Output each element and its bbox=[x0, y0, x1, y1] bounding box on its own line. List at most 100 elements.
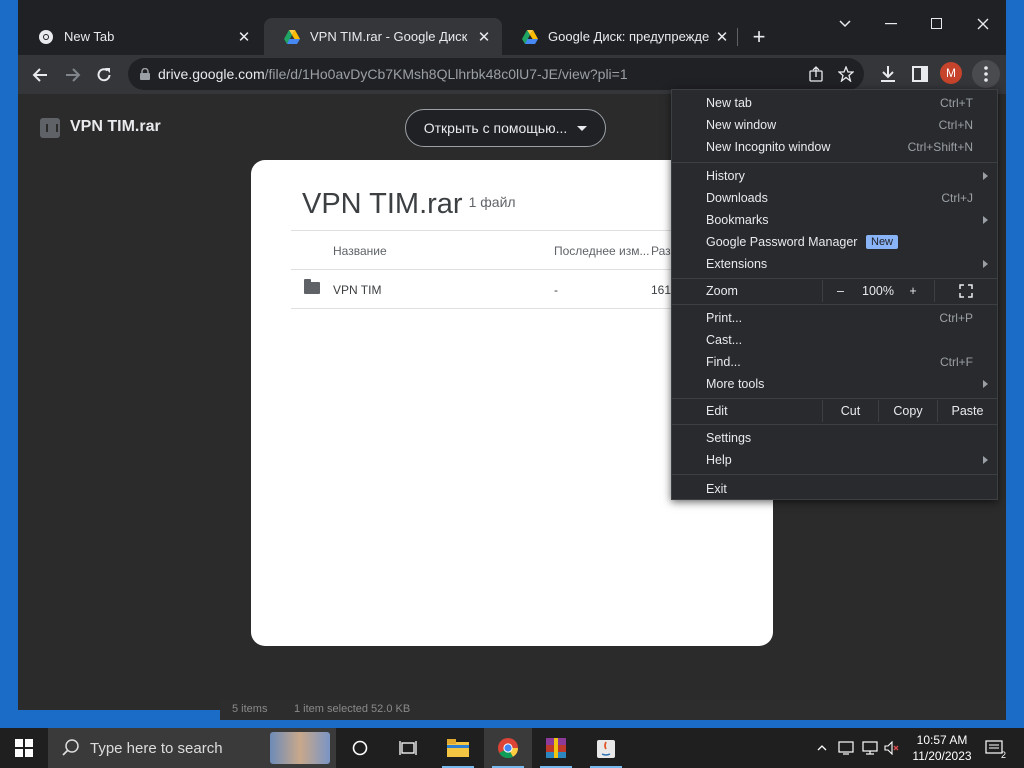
menu-item-extensions[interactable]: Extensions bbox=[672, 253, 997, 275]
chrome-menu: New tab Ctrl+T New window Ctrl+N New Incog… bbox=[671, 89, 998, 500]
url-domain: drive.google.com bbox=[158, 66, 265, 82]
zoom-in-button[interactable]: + bbox=[898, 280, 928, 302]
menu-item-help[interactable]: Help bbox=[672, 449, 997, 471]
task-view-icon bbox=[399, 741, 417, 755]
tray-overflow-button[interactable] bbox=[812, 728, 832, 768]
arrow-right-icon bbox=[66, 68, 81, 82]
cortana-button[interactable] bbox=[336, 728, 384, 768]
column-header-name[interactable]: Название bbox=[333, 244, 387, 258]
fullscreen-icon bbox=[958, 284, 973, 298]
menu-item-print[interactable]: Print... Ctrl+P bbox=[672, 307, 997, 329]
maximize-button[interactable] bbox=[914, 8, 960, 40]
new-badge: New bbox=[866, 235, 899, 249]
menu-item-new-tab[interactable]: New tab Ctrl+T bbox=[672, 92, 997, 114]
menu-label: New window bbox=[706, 118, 777, 132]
profile-avatar[interactable]: M bbox=[940, 62, 962, 84]
cortana-icon bbox=[352, 740, 368, 756]
close-window-button[interactable] bbox=[960, 8, 1006, 40]
forward-button[interactable] bbox=[58, 60, 88, 90]
chevron-down-icon bbox=[839, 20, 851, 28]
task-view-button[interactable] bbox=[384, 728, 432, 768]
cut-button[interactable]: Cut bbox=[822, 400, 878, 422]
submenu-arrow-icon bbox=[983, 172, 988, 180]
chrome-menu-button[interactable] bbox=[972, 60, 1000, 88]
column-header-size[interactable]: Раз bbox=[651, 244, 671, 258]
submenu-arrow-icon bbox=[983, 216, 988, 224]
zoom-out-button[interactable]: – bbox=[822, 280, 858, 302]
network-button[interactable] bbox=[860, 728, 880, 768]
url-text: drive.google.com/file/d/1Ho0avDyCb7KMsh8… bbox=[158, 66, 628, 82]
minimize-button[interactable] bbox=[868, 8, 914, 40]
volume-button[interactable] bbox=[882, 728, 902, 768]
search-highlight-image bbox=[270, 732, 330, 764]
side-panel-button[interactable] bbox=[910, 64, 930, 84]
menu-item-new-window[interactable]: New window Ctrl+N bbox=[672, 114, 997, 136]
fullscreen-button[interactable] bbox=[934, 280, 996, 302]
archive-name: VPN TIM.rar bbox=[302, 188, 463, 220]
close-tab-icon[interactable]: ✕ bbox=[710, 25, 734, 49]
menu-label: Print... bbox=[706, 311, 743, 325]
tab-strip: New Tab ✕ VPN TIM.rar - Google Диск ✕ Go… bbox=[18, 0, 1006, 55]
menu-label: Cast... bbox=[706, 333, 743, 347]
search-placeholder: Type here to search bbox=[90, 739, 223, 757]
folder-icon bbox=[447, 739, 469, 757]
new-tab-button[interactable]: + bbox=[746, 24, 772, 50]
chrome-taskbar-button[interactable] bbox=[484, 728, 532, 768]
chrome-icon bbox=[39, 29, 53, 44]
chevron-up-icon bbox=[817, 745, 827, 751]
tab-drive-warning[interactable]: Google Диск: предупреждение ✕ bbox=[502, 18, 740, 55]
menu-item-downloads[interactable]: Downloads Ctrl+J bbox=[672, 187, 997, 209]
tray-app-button[interactable] bbox=[836, 728, 856, 768]
tab-new-tab[interactable]: New Tab ✕ bbox=[18, 18, 262, 55]
file-explorer-button[interactable] bbox=[434, 728, 482, 768]
submenu-arrow-icon bbox=[983, 380, 988, 388]
menu-separator bbox=[672, 474, 997, 475]
menu-separator bbox=[672, 398, 997, 399]
winrar-button[interactable] bbox=[532, 728, 580, 768]
cut-label: Cut bbox=[840, 404, 861, 418]
menu-separator bbox=[672, 304, 997, 305]
tab-separator bbox=[737, 28, 738, 46]
start-button[interactable] bbox=[0, 728, 48, 768]
tab-title: VPN TIM.rar - Google Диск bbox=[310, 29, 468, 44]
menu-item-history[interactable]: History bbox=[672, 165, 997, 187]
java-app-button[interactable] bbox=[582, 728, 630, 768]
star-icon[interactable] bbox=[838, 66, 854, 82]
downloads-button[interactable] bbox=[878, 64, 898, 84]
reload-icon bbox=[97, 68, 111, 82]
menu-item-bookmarks[interactable]: Bookmarks bbox=[672, 209, 997, 231]
open-with-button[interactable]: Открыть с помощью... bbox=[405, 109, 606, 147]
menu-item-more-tools[interactable]: More tools bbox=[672, 373, 997, 395]
share-icon[interactable] bbox=[808, 66, 824, 82]
menu-label: Settings bbox=[706, 431, 752, 445]
tab-search-button[interactable] bbox=[822, 8, 868, 40]
taskbar-search-box[interactable]: Type here to search bbox=[48, 728, 336, 768]
folder-icon bbox=[304, 279, 320, 294]
windows-taskbar: Type here to search 10:57 AM 11/20/2023 … bbox=[0, 728, 1024, 768]
archive-file-icon bbox=[40, 118, 60, 138]
edit-label: Edit bbox=[706, 404, 728, 418]
close-tab-icon[interactable]: ✕ bbox=[472, 25, 496, 49]
column-header-modified[interactable]: Последнее изм... bbox=[554, 244, 649, 258]
menu-label: Extensions bbox=[706, 257, 768, 271]
menu-item-new-incognito[interactable]: New Incognito window Ctrl+Shift+N bbox=[672, 136, 997, 158]
menu-item-settings[interactable]: Settings bbox=[672, 427, 997, 449]
menu-item-password-manager[interactable]: Google Password Manager New bbox=[672, 231, 997, 253]
taskbar-clock[interactable]: 10:57 AM 11/20/2023 bbox=[904, 732, 980, 764]
reload-button[interactable] bbox=[89, 60, 119, 90]
action-center-button[interactable]: 2 bbox=[982, 728, 1006, 768]
paste-button[interactable]: Paste bbox=[937, 400, 997, 422]
menu-separator bbox=[672, 424, 997, 425]
copy-button[interactable]: Copy bbox=[878, 400, 937, 422]
menu-item-find[interactable]: Find... Ctrl+F bbox=[672, 351, 997, 373]
menu-item-exit[interactable]: Exit bbox=[672, 478, 997, 500]
close-tab-icon[interactable]: ✕ bbox=[232, 25, 256, 49]
address-bar[interactable]: drive.google.com/file/d/1Ho0avDyCb7KMsh8… bbox=[128, 58, 864, 90]
close-icon bbox=[977, 18, 989, 30]
menu-shortcut: Ctrl+T bbox=[940, 96, 973, 110]
menu-item-cast[interactable]: Cast... bbox=[672, 329, 997, 351]
back-button[interactable] bbox=[25, 60, 55, 90]
tab-vpn-tim[interactable]: VPN TIM.rar - Google Диск ✕ bbox=[264, 18, 502, 55]
search-icon bbox=[62, 739, 79, 756]
selection-text: 1 item selected 52.0 KB bbox=[294, 703, 411, 715]
